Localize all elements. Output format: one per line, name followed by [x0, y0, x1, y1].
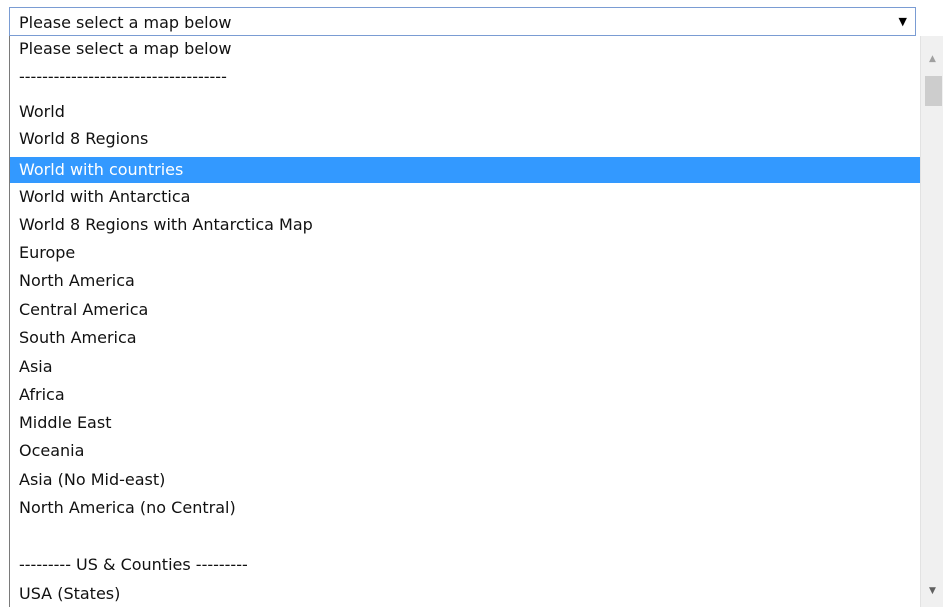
- dropdown-option[interactable]: Oceania: [10, 438, 921, 464]
- dropdown-option[interactable]: Europe: [10, 240, 921, 266]
- dropdown-option-selected[interactable]: World with countries: [10, 157, 921, 183]
- dropdown-option[interactable]: North America (no Central): [10, 495, 921, 521]
- dropdown-option[interactable]: USA (States): [10, 581, 921, 607]
- dropdown-option[interactable]: Africa: [10, 382, 921, 408]
- dropdown-separator[interactable]: ------------------------------------: [10, 64, 921, 90]
- scrollbar-thumb[interactable]: [925, 76, 942, 106]
- map-dropdown-list: Please select a map below --------------…: [9, 36, 943, 607]
- dropdown-option[interactable]: Central America: [10, 297, 921, 323]
- chevron-down-icon[interactable]: ▼: [899, 14, 907, 30]
- scroll-up-arrow-icon[interactable]: ▲: [921, 49, 943, 69]
- dropdown-option[interactable]: World with Antarctica: [10, 184, 921, 210]
- dropdown-option[interactable]: Asia: [10, 354, 921, 380]
- dropdown-option[interactable]: Asia (No Mid-east): [10, 467, 921, 493]
- map-select[interactable]: Please select a map below ▼: [9, 7, 916, 36]
- dropdown-option-blank[interactable]: [10, 523, 921, 549]
- dropdown-option[interactable]: Middle East: [10, 410, 921, 436]
- dropdown-option[interactable]: World: [10, 99, 921, 125]
- dropdown-option[interactable]: North America: [10, 268, 921, 294]
- dropdown-option[interactable]: World 8 Regions: [10, 126, 921, 152]
- map-select-value: Please select a map below: [19, 13, 232, 32]
- scroll-down-arrow-icon[interactable]: ▼: [921, 581, 943, 601]
- dropdown-separator-us-counties[interactable]: --------- US & Counties ---------: [10, 552, 921, 578]
- dropdown-option[interactable]: South America: [10, 325, 921, 351]
- dropdown-option[interactable]: World 8 Regions with Antarctica Map: [10, 212, 921, 238]
- dropdown-scrollbar[interactable]: ▲ ▼: [920, 36, 943, 607]
- dropdown-option[interactable]: Please select a map below: [10, 36, 921, 62]
